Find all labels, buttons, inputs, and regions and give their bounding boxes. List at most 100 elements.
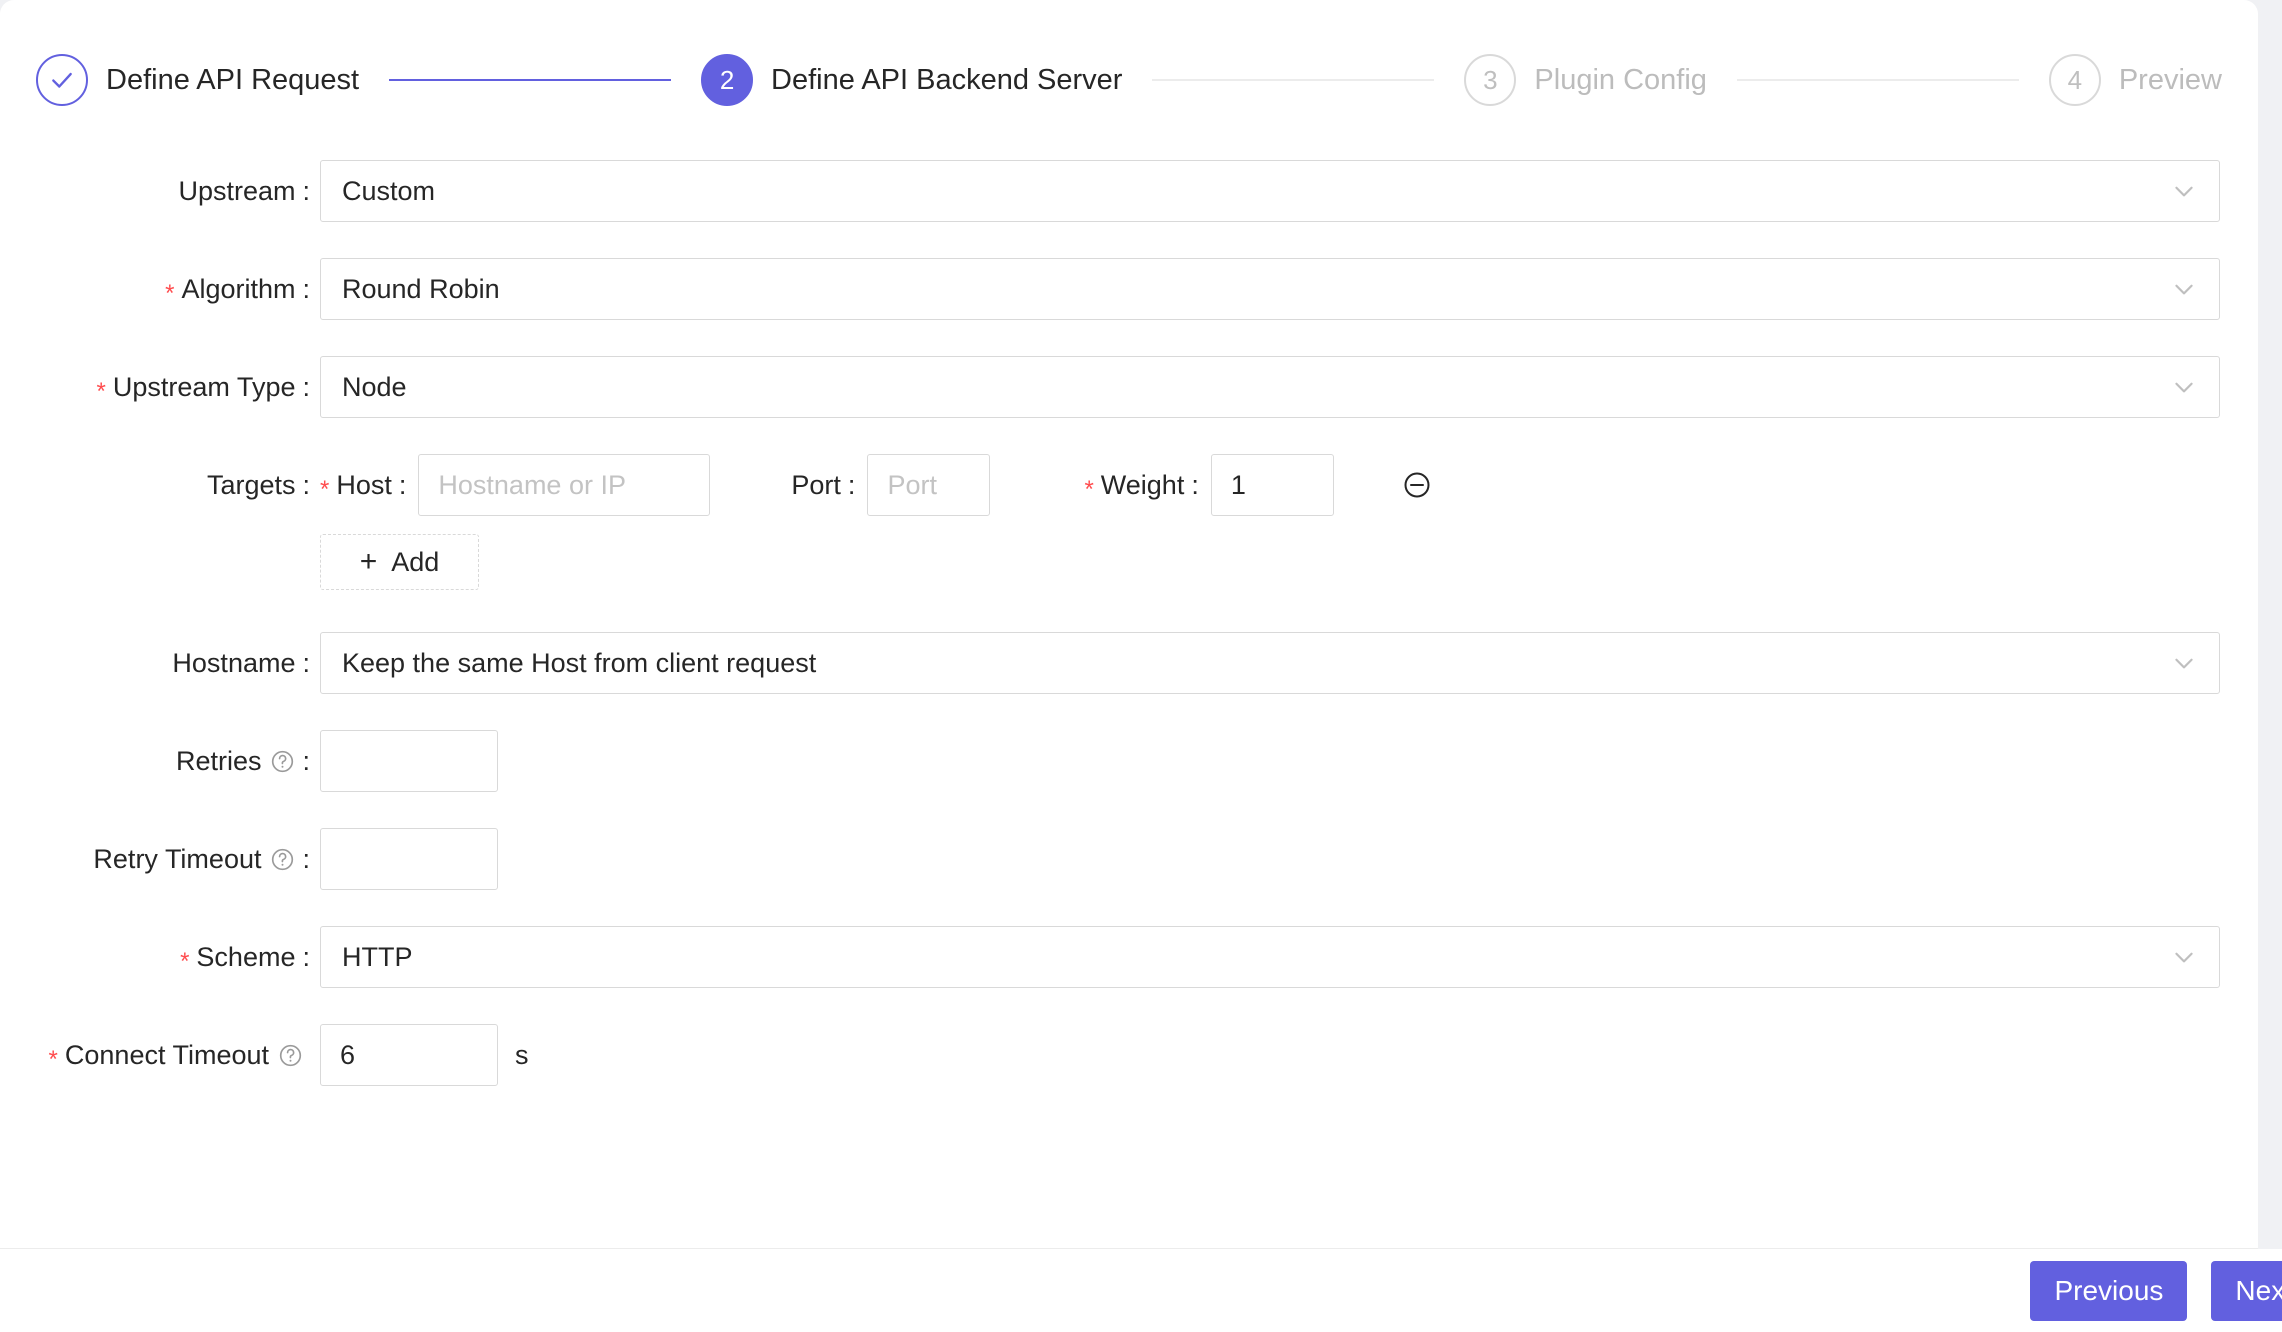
chevron-down-icon	[2175, 284, 2193, 295]
step-1-marker	[36, 54, 88, 106]
upstream-type-select[interactable]: Node	[320, 356, 2220, 418]
upstream-label-colon: :	[302, 176, 310, 206]
retries-label-colon: :	[302, 746, 310, 776]
step-1-label: Define API Request	[106, 63, 360, 96]
algorithm-required-mark: *	[165, 280, 175, 307]
hostname-label: Hostname :	[0, 632, 310, 694]
target-port-input[interactable]	[867, 454, 991, 516]
upstream-type-control: Node	[320, 356, 2220, 418]
upstream-type-label: * Upstream Type :	[0, 356, 310, 418]
minus-circle-icon	[1404, 472, 1430, 498]
field-row-upstream-type: * Upstream Type : Node	[0, 356, 2258, 418]
hostname-label-colon: :	[302, 648, 310, 678]
step-4-marker: 4	[2048, 54, 2101, 106]
retries-label: Retries :	[0, 730, 310, 792]
field-row-hostname: Hostname : Keep the same Host from clien…	[0, 632, 2258, 694]
step-2-label: Define API Backend Server	[771, 63, 1123, 96]
upstream-type-select-value: Node	[342, 371, 407, 402]
retries-control	[320, 730, 498, 792]
add-target-button[interactable]: + Add	[320, 534, 479, 590]
step-connector-1	[389, 79, 672, 81]
target-weight-label-colon: :	[1191, 469, 1199, 500]
step-connector-2	[1152, 79, 1435, 81]
step-3-label: Plugin Config	[1534, 63, 1707, 96]
target-remove-button[interactable]	[1402, 470, 1432, 500]
field-row-retry-timeout: Retry Timeout :	[0, 828, 2258, 890]
field-row-targets: Targets : * Host : Port :	[0, 454, 2258, 516]
hostname-label-text: Hostname	[172, 648, 296, 678]
algorithm-control: Round Robin	[320, 258, 2220, 320]
scheme-control: HTTP	[320, 926, 2220, 988]
step-1-define-api-request[interactable]: Define API Request	[36, 54, 359, 106]
backend-server-form: Upstream : Custom * Algorithm: Round Ro…	[0, 160, 2258, 1122]
upstream-label: Upstream :	[0, 160, 310, 222]
scheme-label: * Scheme :	[0, 926, 310, 988]
upstream-type-label-text: Upstream Type	[112, 372, 296, 402]
scheme-select-value: HTTP	[342, 941, 413, 972]
question-circle-icon[interactable]	[278, 1043, 303, 1068]
hostname-select-value: Keep the same Host from client request	[342, 647, 817, 678]
target-port-label-colon: :	[847, 469, 856, 500]
upstream-select[interactable]: Custom	[320, 160, 2220, 222]
targets-entry-row: * Host : Port : * Weight :	[320, 454, 1432, 516]
upstream-control: Custom	[320, 160, 2220, 222]
connect-timeout-control	[320, 1024, 498, 1086]
step-connector-3	[1736, 79, 2019, 81]
step-4-preview[interactable]: 4 Preview	[2048, 54, 2222, 106]
step-2-define-api-backend-server[interactable]: 2 Define API Backend Server	[701, 54, 1122, 106]
targets-label: Targets :	[0, 454, 310, 516]
wizard-stepper: Define API Request 2 Define API Backend …	[0, 0, 2258, 160]
field-row-algorithm: * Algorithm : Round Robin	[0, 258, 2258, 320]
target-host-label-colon: :	[398, 469, 407, 500]
algorithm-label-colon: :	[302, 274, 310, 304]
connect-timeout-label: * Connect Timeout	[0, 1024, 310, 1086]
algorithm-select-value: Round Robin	[342, 273, 500, 304]
target-host-label-text: Host	[336, 469, 392, 500]
targets-add-row: + Add	[0, 534, 2258, 590]
target-weight-label-text: Weight	[1100, 469, 1185, 500]
target-port-label-text: Port	[791, 469, 841, 500]
page-root: Define API Request 2 Define API Backend …	[0, 0, 2282, 1332]
chevron-down-icon	[2175, 382, 2193, 393]
connect-timeout-input[interactable]	[320, 1024, 498, 1086]
step-4-label: Preview	[2118, 63, 2222, 96]
target-host-label: * Host :	[320, 454, 418, 516]
add-target-label: Add	[391, 546, 440, 577]
algorithm-label-text: Algorithm	[181, 274, 296, 304]
plus-icon: +	[359, 545, 378, 578]
question-circle-icon[interactable]	[270, 749, 295, 774]
wizard-card: Define API Request 2 Define API Backend …	[0, 0, 2258, 1332]
field-row-scheme: * Scheme : HTTP	[0, 926, 2258, 988]
step-3-plugin-config[interactable]: 3 Plugin Config	[1464, 54, 1707, 106]
previous-button[interactable]: Previous	[2030, 1260, 2188, 1321]
targets-label-text: Targets	[206, 470, 296, 500]
target-port-label: Port :	[791, 454, 867, 516]
targets-label-colon: :	[302, 470, 310, 500]
hostname-select[interactable]: Keep the same Host from client request	[320, 632, 2220, 694]
target-weight-required-mark: *	[1084, 476, 1094, 503]
field-row-upstream: Upstream : Custom	[0, 160, 2258, 222]
retry-timeout-label-colon: :	[302, 844, 310, 874]
step-3-marker: 3	[1464, 54, 1517, 106]
chevron-down-icon	[2175, 952, 2193, 963]
field-row-connect-timeout: * Connect Timeout s	[0, 1024, 2258, 1086]
question-circle-icon[interactable]	[270, 847, 295, 872]
connect-timeout-label-text: Connect Timeout	[64, 1040, 269, 1070]
retry-timeout-input[interactable]	[320, 828, 498, 890]
target-weight-input[interactable]	[1210, 454, 1334, 516]
scheme-label-colon: :	[302, 942, 310, 972]
upstream-select-value: Custom	[342, 175, 436, 206]
algorithm-select[interactable]: Round Robin	[320, 258, 2220, 320]
retries-input[interactable]	[320, 730, 498, 792]
connect-timeout-required-mark: *	[48, 1046, 58, 1073]
upstream-type-required-mark: *	[96, 378, 106, 405]
check-icon	[52, 72, 72, 88]
retry-timeout-label-text: Retry Timeout	[93, 844, 262, 874]
target-host-input[interactable]	[418, 454, 711, 516]
scheme-required-mark: *	[180, 948, 190, 975]
chevron-down-icon	[2175, 186, 2193, 197]
scheme-select[interactable]: HTTP	[320, 926, 2220, 988]
connect-timeout-suffix: s	[515, 1040, 529, 1070]
next-button[interactable]: Next	[2211, 1260, 2282, 1321]
chevron-down-icon	[2175, 658, 2193, 669]
